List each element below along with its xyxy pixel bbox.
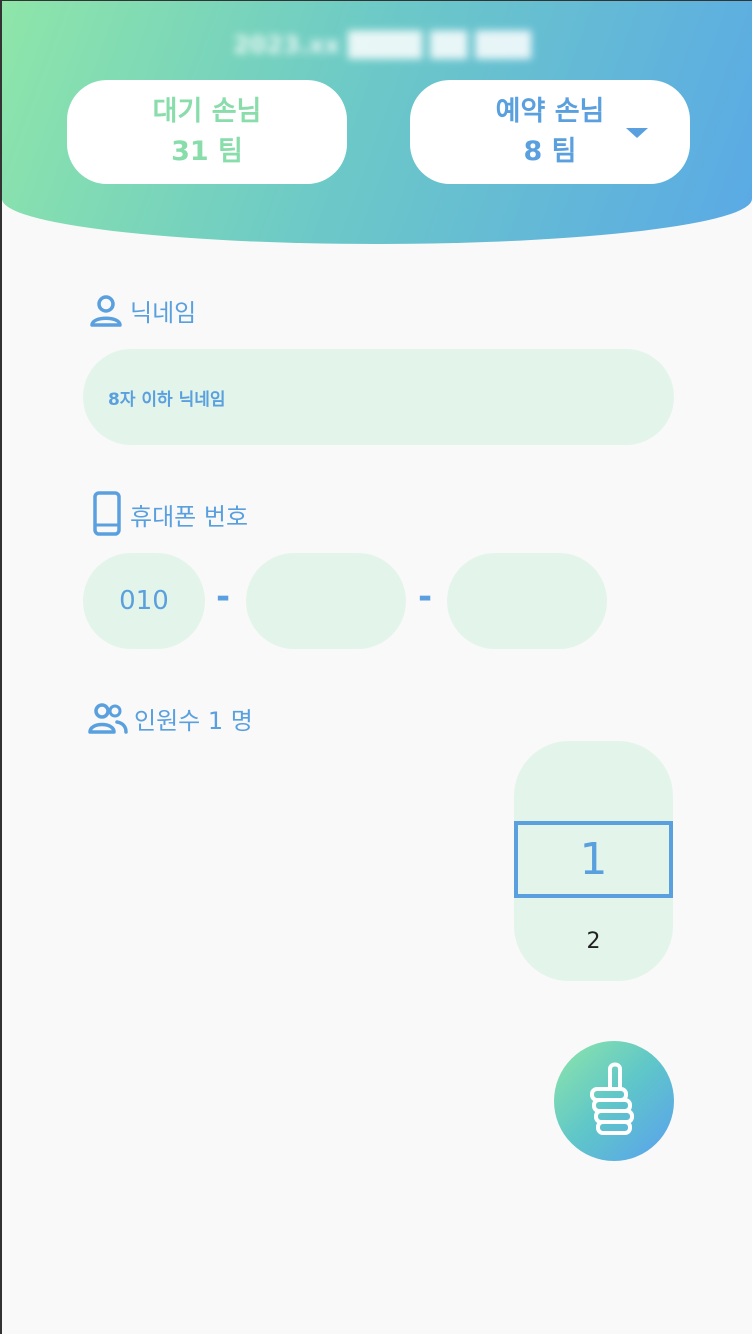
party-size-picker[interactable]: 1 2 bbox=[514, 741, 673, 981]
nickname-label: 닉네임 bbox=[130, 299, 197, 327]
waiting-guests-count: 31 팀 bbox=[171, 136, 243, 167]
triangle-down-icon[interactable] bbox=[626, 128, 648, 138]
phone-icon bbox=[93, 491, 121, 536]
phone-prefix-input[interactable]: 010 bbox=[83, 553, 205, 649]
party-label-row: 인원수 1 명 bbox=[88, 701, 253, 736]
phone-label: 휴대폰 번호 bbox=[130, 502, 249, 531]
reserved-guests-card[interactable]: 예약 손님 8 팀 bbox=[410, 80, 690, 184]
thumbs-up-icon bbox=[590, 1062, 634, 1135]
picker-selected-value[interactable]: 1 bbox=[514, 821, 673, 898]
nickname-label-row: 닉네임 bbox=[88, 293, 196, 328]
person-icon bbox=[90, 294, 122, 327]
picker-next-value[interactable]: 2 bbox=[514, 923, 673, 959]
phone-last-input[interactable] bbox=[447, 553, 607, 649]
party-label: 인원수 1 명 bbox=[134, 707, 253, 735]
phone-label-row: 휴대폰 번호 bbox=[88, 491, 248, 537]
nickname-input[interactable]: 8자 이하 닉네임 bbox=[83, 349, 674, 445]
nickname-placeholder: 8자 이하 닉네임 bbox=[108, 389, 226, 410]
phone-prefix-value: 010 bbox=[119, 586, 169, 616]
reserved-guests-count: 8 팀 bbox=[523, 136, 577, 167]
waiting-guests-label: 대기 손님 bbox=[152, 96, 262, 127]
waiting-guests-card[interactable]: 대기 손님 31 팀 bbox=[67, 80, 347, 184]
people-icon bbox=[88, 702, 128, 734]
phone-separator: - bbox=[216, 577, 231, 617]
phone-middle-input[interactable] bbox=[246, 553, 406, 649]
submit-button[interactable] bbox=[554, 1041, 674, 1161]
reserved-guests-label: 예약 손님 bbox=[495, 96, 605, 127]
header-title: 2023.xx ████ ██ ███ bbox=[232, 31, 532, 59]
phone-separator: - bbox=[418, 577, 433, 617]
header-banner: 2023.xx ████ ██ ███ 대기 손님 31 팀 예약 손님 8 팀 bbox=[2, 1, 752, 244]
